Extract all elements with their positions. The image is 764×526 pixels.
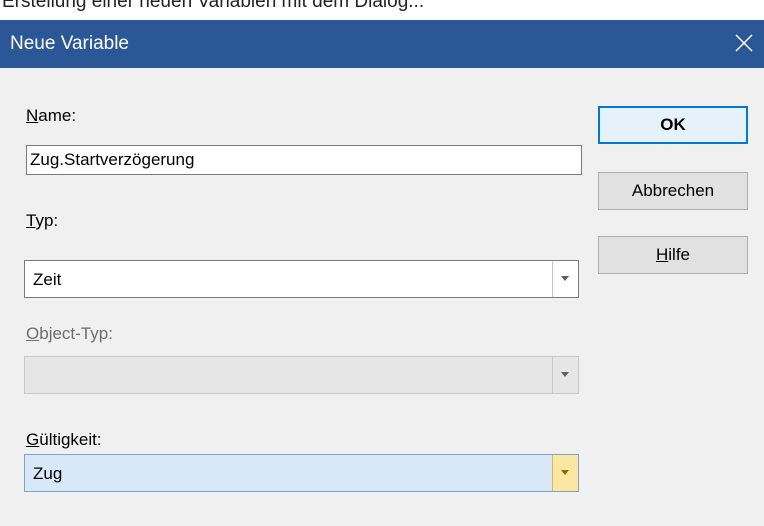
gueltigkeit-label: Gültigkeit: — [26, 430, 102, 450]
dialog-titlebar: Neue Variable — [0, 20, 764, 68]
gueltigkeit-label-text: ültigkeit: — [39, 430, 102, 449]
gueltigkeit-dropdown-button[interactable] — [552, 455, 578, 491]
help-button-mnemonic: H — [655, 245, 669, 264]
close-icon[interactable] — [732, 31, 756, 55]
chevron-down-icon — [561, 372, 569, 377]
dialog-title: Neue Variable — [10, 33, 130, 54]
typ-label-text: yp: — [35, 211, 59, 230]
name-label-text: ame: — [38, 106, 77, 125]
typ-label: Typ: — [26, 211, 58, 231]
typ-dropdown-button[interactable] — [552, 261, 578, 297]
ok-button[interactable]: OK — [598, 106, 748, 144]
dialog-body: Name: Zug.Startverzögerung Typ: Zeit Obj… — [0, 68, 764, 526]
name-input-value: Zug.Startverzögerung — [30, 150, 195, 169]
name-input[interactable]: Zug.Startverzögerung — [26, 145, 582, 175]
background-text: Erstellung einer neuen Variablen mit dem… — [2, 0, 425, 12]
help-button-label: ilfe — [668, 245, 690, 264]
chevron-down-icon — [561, 470, 569, 475]
object-typ-label: Object-Typ: — [26, 324, 113, 344]
object-typ-dropdown-button — [552, 357, 578, 393]
typ-dropdown-value: Zeit — [33, 270, 62, 289]
name-label: Name: — [26, 106, 76, 126]
gueltigkeit-dropdown-value: Zug — [33, 464, 63, 483]
gueltigkeit-label-mnemonic: G — [26, 430, 40, 449]
gueltigkeit-dropdown[interactable]: Zug — [24, 454, 579, 492]
help-button[interactable]: Hilfe — [598, 236, 748, 274]
object-typ-label-text: bject-Typ: — [39, 324, 113, 343]
chevron-down-icon — [561, 276, 569, 281]
background-document-text: Erstellung einer neuen Variablen mit dem… — [0, 0, 764, 20]
object-typ-dropdown — [24, 356, 579, 394]
object-typ-label-mnemonic: O — [26, 324, 40, 343]
name-label-mnemonic: N — [26, 106, 39, 125]
typ-dropdown[interactable]: Zeit — [24, 260, 579, 298]
cancel-button[interactable]: Abbrechen — [598, 172, 748, 210]
